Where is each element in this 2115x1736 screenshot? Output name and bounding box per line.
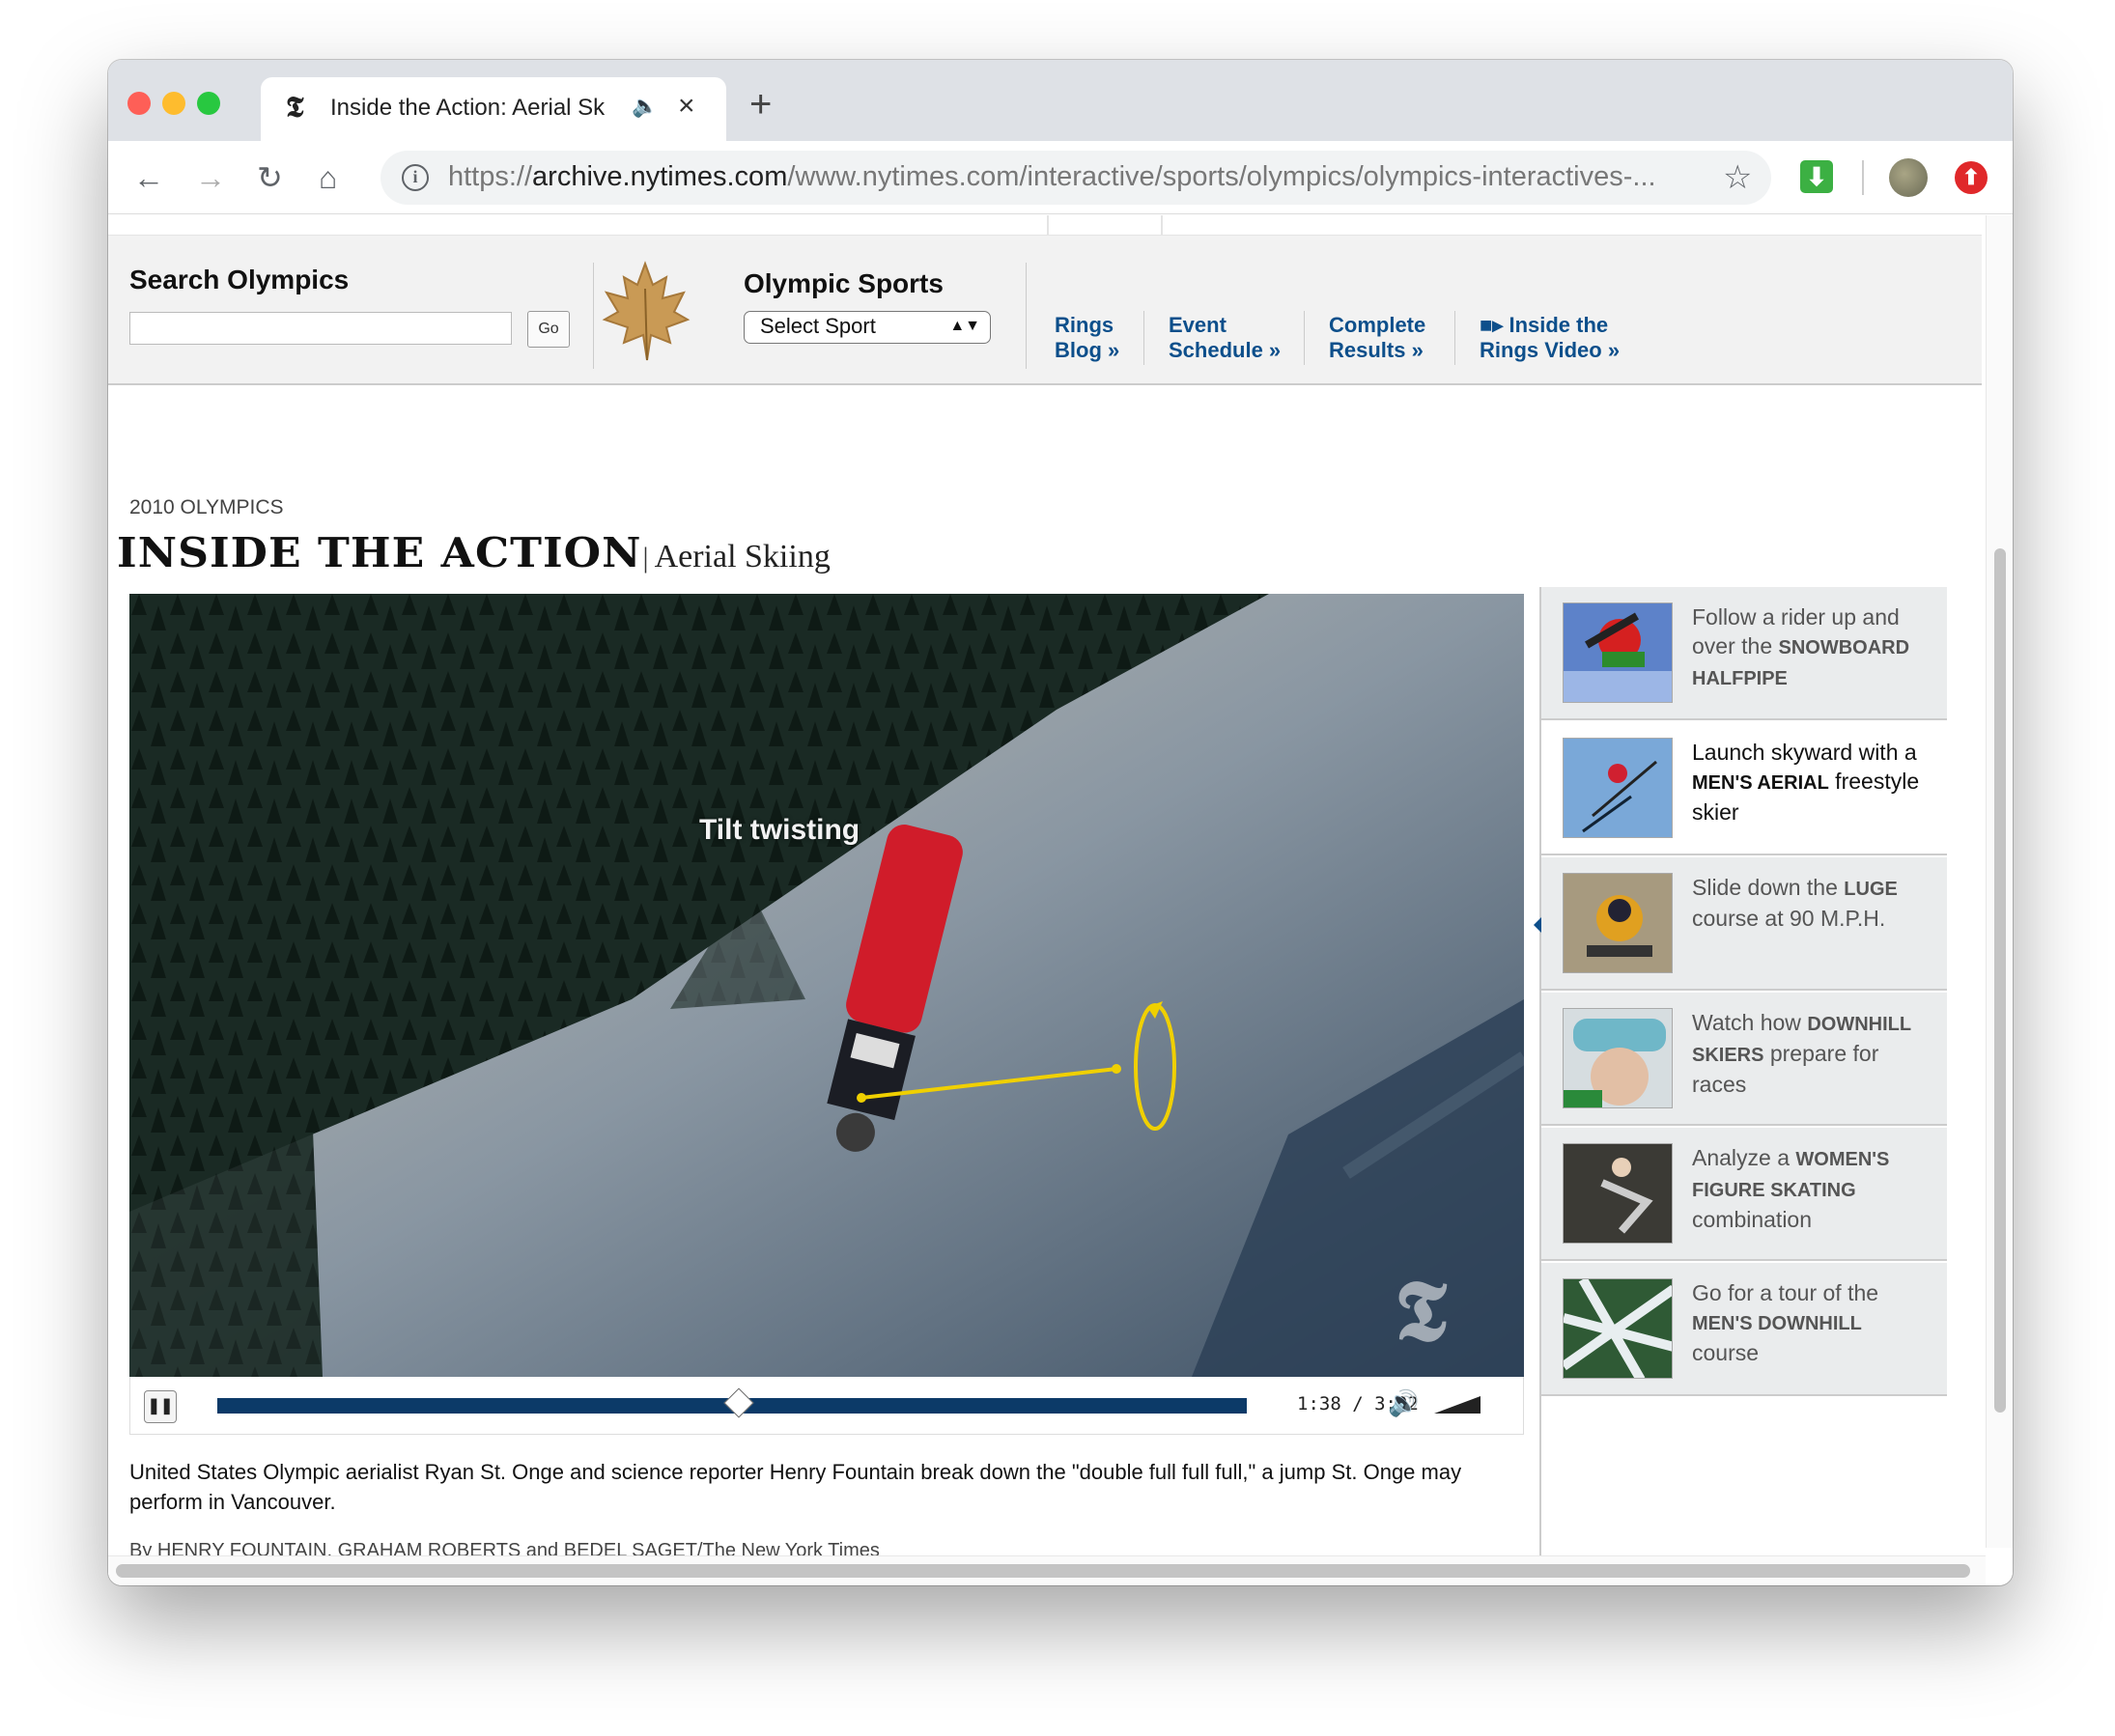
back-icon[interactable]: ← — [133, 158, 164, 197]
horizontal-scroll-thumb[interactable] — [116, 1564, 1970, 1578]
close-window-button[interactable] — [127, 92, 151, 115]
seek-bar[interactable] — [217, 1387, 1247, 1418]
active-indicator-icon — [1534, 917, 1541, 933]
video-overlay-label: Tilt twisting — [699, 814, 860, 846]
maple-leaf-icon — [602, 261, 691, 361]
sidebar-item-luge[interactable]: Slide down the LUGE course at 90 M.P.H. — [1541, 857, 1947, 991]
select-arrows-icon: ▲▼ — [949, 318, 980, 334]
nyt-watermark-icon: 𝕿 — [1395, 1260, 1448, 1360]
link-divider — [1304, 311, 1305, 365]
nyt-favicon-icon: 𝕿 — [286, 91, 304, 125]
downhill-skier-thumbnail — [1563, 1008, 1673, 1108]
sidebar-item-mens-aerial[interactable]: Launch skyward with a MEN'S AERIAL frees… — [1534, 722, 1947, 933]
search-title: Search Olympics — [129, 265, 350, 294]
address-bar[interactable]: i https://archive.nytimes.com/www.nytime… — [381, 151, 1771, 205]
luge-thumbnail — [1563, 873, 1673, 973]
divider — [593, 263, 594, 369]
site-info-icon[interactable]: i — [402, 164, 429, 191]
update-extension-icon[interactable]: ⬆ — [1955, 161, 1988, 194]
complete-results-link[interactable]: Complete Results » — [1329, 313, 1425, 363]
link-divider — [1143, 311, 1144, 365]
go-button[interactable]: Go — [527, 311, 570, 348]
sidebar-item-downhill-skiers[interactable]: Watch how DOWNHILL SKIERS prepare for ra… — [1541, 993, 1947, 1126]
profile-avatar[interactable] — [1889, 158, 1928, 197]
browser-toolbar: ← → ↻ ⌂ i https://archive.nytimes.com/ww… — [108, 141, 2013, 214]
video-caption: United States Olympic aerialist Ryan St.… — [129, 1460, 1462, 1514]
page-title: INSIDE THE ACTION| Aerial Skiing — [117, 529, 831, 576]
sport-select[interactable]: Select Sport ▲▼ — [744, 311, 991, 344]
video-controls: ❚❚ 1:38 / 3:02 🔊 — [129, 1377, 1524, 1435]
forward-icon[interactable]: → — [195, 158, 226, 197]
vertical-scroll-thumb[interactable] — [1994, 548, 2006, 1413]
tab-title: Inside the Action: Aerial Sk — [330, 95, 606, 121]
video-camera-icon: ■▸ — [1480, 313, 1504, 337]
page-content: Search Olympics Go Olympic Sports Select… — [108, 215, 2013, 1585]
sports-title: Olympic Sports — [744, 268, 944, 298]
browser-window: 𝕿 Inside the Action: Aerial Sk 🔈 × + ← →… — [108, 60, 2013, 1585]
figure-skating-thumbnail — [1563, 1143, 1673, 1244]
rings-blog-link[interactable]: Rings Blog » — [1055, 313, 1119, 363]
bookmark-star-icon[interactable]: ☆ — [1723, 158, 1752, 197]
horizontal-scrollbar[interactable] — [108, 1555, 1986, 1585]
zoom-window-button[interactable] — [197, 92, 220, 115]
seek-handle[interactable] — [723, 1387, 755, 1418]
audio-playing-icon[interactable]: 🔈 — [632, 94, 658, 119]
event-schedule-link[interactable]: Event Schedule » — [1169, 313, 1281, 363]
toolbar-divider — [1862, 160, 1864, 195]
url-text[interactable]: https://archive.nytimes.com/www.nytimes.… — [448, 161, 1704, 193]
downhill-course-thumbnail — [1563, 1278, 1673, 1379]
vertical-scrollbar[interactable] — [1986, 215, 2013, 1548]
divider — [1026, 263, 1027, 369]
inside-rings-video-link[interactable]: ■▸ Inside the Rings Video » — [1480, 313, 1620, 363]
tab-active[interactable]: 𝕿 Inside the Action: Aerial Sk 🔈 × — [261, 77, 726, 141]
snowboard-thumbnail — [1563, 602, 1673, 703]
video-frame — [129, 594, 1524, 1377]
olympics-navbar: Search Olympics Go Olympic Sports Select… — [108, 236, 1982, 385]
sidebar-item-figure-skating[interactable]: Analyze a WOMEN'S FIGURE SKATING combina… — [1541, 1128, 1947, 1261]
new-tab-button[interactable]: + — [749, 85, 772, 124]
search-input[interactable] — [129, 312, 512, 345]
top-strip — [108, 215, 1982, 236]
kicker: 2010 OLYMPICS — [129, 496, 284, 518]
reload-icon[interactable]: ↻ — [257, 158, 283, 197]
video-player[interactable]: Tilt twisting 𝕿 — [129, 594, 1524, 1377]
volume-slider[interactable] — [1434, 1396, 1480, 1414]
sidebar-item-mens-downhill[interactable]: Go for a tour of the MEN'S DOWNHILL cour… — [1541, 1263, 1947, 1396]
volume-icon[interactable]: 🔊 — [1388, 1388, 1419, 1418]
link-divider — [1454, 311, 1455, 365]
pause-button[interactable]: ❚❚ — [144, 1390, 177, 1423]
download-extension-icon[interactable]: ⬇ — [1800, 160, 1833, 193]
minimize-window-button[interactable] — [162, 92, 185, 115]
home-icon[interactable]: ⌂ — [319, 158, 337, 197]
tab-strip: 𝕿 Inside the Action: Aerial Sk 🔈 × + — [108, 60, 2013, 141]
related-interactives-sidebar: Follow a rider up and over the SNOWBOARD… — [1534, 587, 1947, 1585]
sidebar-item-snowboard[interactable]: Follow a rider up and over the SNOWBOARD… — [1541, 587, 1947, 720]
aerial-thumbnail — [1563, 738, 1673, 838]
tab-close-icon[interactable]: × — [678, 90, 695, 123]
